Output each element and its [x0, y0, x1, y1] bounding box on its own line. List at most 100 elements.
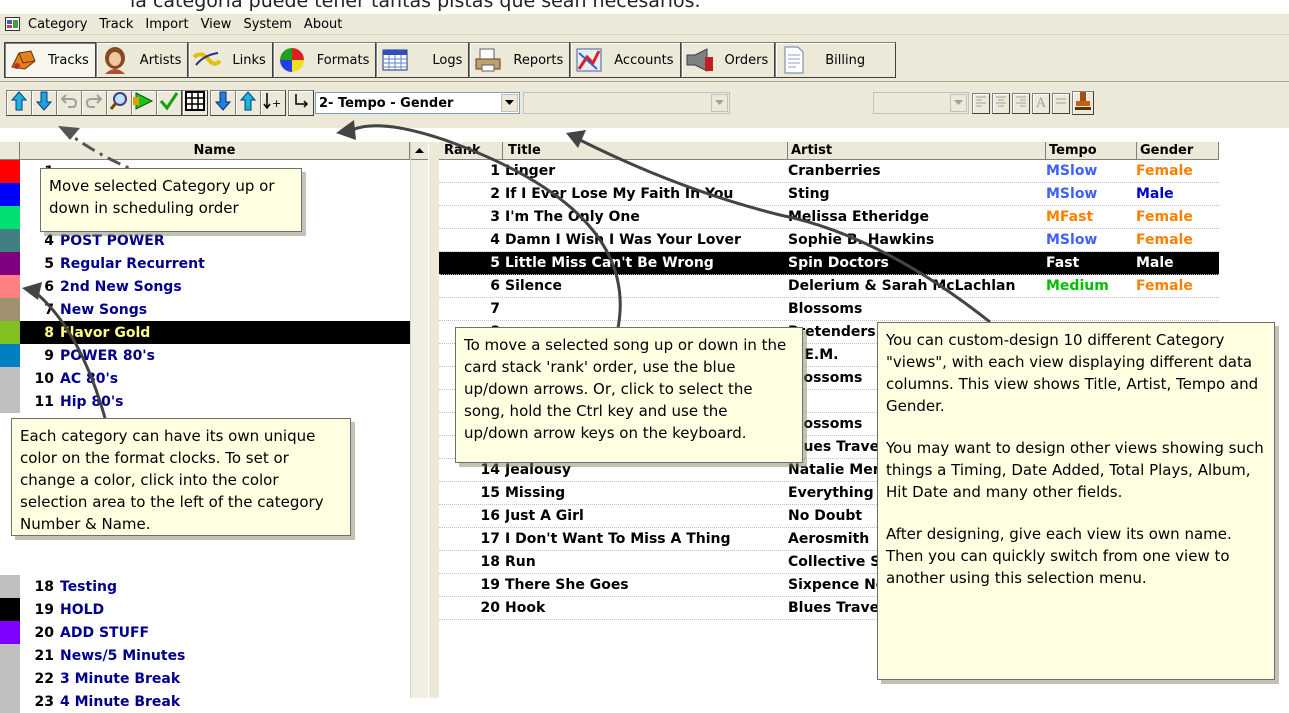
- category-row[interactable]: 6 2nd New Songs: [0, 275, 410, 298]
- category-row-main: 18 Testing: [20, 575, 410, 598]
- secondary-select[interactable]: [523, 92, 730, 114]
- font-select[interactable]: [873, 92, 969, 114]
- song-rank: 17: [480, 531, 500, 547]
- sort-button[interactable]: +: [260, 90, 286, 116]
- category-row[interactable]: 4 POST POWER: [0, 229, 410, 252]
- category-color-swatch[interactable]: [0, 275, 20, 298]
- column-header-rank[interactable]: Rank: [439, 142, 503, 160]
- column-header-gender[interactable]: Gender: [1137, 142, 1219, 160]
- font-style-button[interactable]: A: [1032, 93, 1050, 114]
- tab-links[interactable]: Links: [188, 42, 273, 78]
- billing-icon: [779, 46, 809, 74]
- song-gender: Female: [1136, 209, 1193, 225]
- category-list-header[interactable]: Name: [0, 141, 410, 160]
- category-row[interactable]: 5 Regular Recurrent: [0, 252, 410, 275]
- insert-button[interactable]: [288, 90, 314, 116]
- category-color-swatch[interactable]: [0, 206, 20, 229]
- menu-import[interactable]: Import: [139, 17, 194, 32]
- category-color-swatch[interactable]: [0, 690, 20, 713]
- category-number: 5: [44, 255, 54, 272]
- move-song-down-button[interactable]: [210, 90, 236, 116]
- category-row[interactable]: 23 4 Minute Break: [0, 690, 410, 713]
- chevron-down-icon[interactable]: [711, 94, 728, 112]
- callout-move-category: Move selected Category up or down in sch…: [40, 168, 302, 232]
- align-right-button[interactable]: [1012, 93, 1030, 114]
- category-row-main: 7 New Songs: [20, 298, 410, 321]
- category-name: POWER 80's: [60, 347, 155, 364]
- song-title: Hook: [505, 600, 546, 616]
- align-left-button[interactable]: [972, 93, 990, 114]
- check-button[interactable]: [156, 90, 182, 116]
- move-category-down-button[interactable]: [31, 90, 57, 116]
- song-row[interactable]: 3 I'm The Only One Melissa Etheridge MFast F…: [439, 206, 1219, 229]
- tab-reports[interactable]: Reports: [469, 42, 571, 78]
- category-color-swatch[interactable]: [0, 252, 20, 275]
- song-row[interactable]: 6 Silence Delerium & Sarah McLachlan Medium…: [439, 275, 1219, 298]
- tab-billing[interactable]: Billing: [775, 42, 897, 78]
- line-button[interactable]: [1052, 93, 1070, 114]
- menu-category[interactable]: Category: [22, 17, 93, 32]
- song-row[interactable]: 1 Linger Cranberries MSlow Female: [439, 160, 1219, 183]
- category-color-swatch[interactable]: [0, 390, 20, 413]
- category-row[interactable]: 7 New Songs: [0, 298, 410, 321]
- column-header-tempo[interactable]: Tempo: [1046, 142, 1137, 160]
- category-color-swatch[interactable]: [0, 667, 20, 690]
- chevron-down-icon[interactable]: [501, 94, 518, 112]
- category-color-swatch[interactable]: [0, 598, 20, 621]
- category-color-swatch[interactable]: [0, 183, 20, 206]
- category-row[interactable]: 22 3 Minute Break: [0, 667, 410, 690]
- song-tempo: MSlow: [1046, 232, 1098, 248]
- category-color-swatch[interactable]: [0, 644, 20, 667]
- menu-about[interactable]: About: [298, 17, 348, 32]
- song-row[interactable]: 5 Little Miss Can't Be Wrong Spin Doctors F…: [439, 252, 1219, 275]
- category-row[interactable]: 8 Flavor Gold: [0, 321, 410, 344]
- tab-artists[interactable]: Artists: [95, 42, 189, 78]
- menu-system[interactable]: System: [237, 17, 297, 32]
- category-color-swatch[interactable]: [0, 575, 20, 598]
- category-color-swatch[interactable]: [0, 160, 20, 183]
- tab-formats[interactable]: Formats: [272, 42, 377, 78]
- category-scrollbar[interactable]: [410, 142, 428, 698]
- arrow-down-icon: [214, 91, 232, 115]
- category-color-swatch[interactable]: [0, 621, 20, 644]
- move-category-up-button[interactable]: [6, 90, 32, 116]
- move-song-up-button[interactable]: [235, 90, 261, 116]
- scroll-up-icon[interactable]: [411, 142, 428, 160]
- menu-view[interactable]: View: [195, 17, 238, 32]
- tab-accounts[interactable]: Accounts: [570, 42, 681, 78]
- grid-icon: [185, 91, 205, 115]
- category-color-swatch[interactable]: [0, 321, 20, 344]
- song-row[interactable]: 7 Blossoms: [439, 298, 1219, 321]
- category-row-main: 9 POWER 80's: [20, 344, 410, 367]
- column-header-title[interactable]: Title: [503, 142, 788, 160]
- menu-track[interactable]: Track: [93, 17, 139, 32]
- category-color-swatch[interactable]: [0, 367, 20, 390]
- tab-tracks[interactable]: Tracks: [4, 42, 96, 78]
- view-select[interactable]: 2- Tempo - Gender: [315, 92, 520, 114]
- grid-button[interactable]: [182, 90, 208, 116]
- category-row[interactable]: 11 Hip 80's: [0, 390, 410, 413]
- category-color-swatch[interactable]: [0, 344, 20, 367]
- category-row[interactable]: 20 ADD STUFF: [0, 621, 410, 644]
- stamp-button[interactable]: [1072, 91, 1094, 115]
- category-row[interactable]: 19 HOLD: [0, 598, 410, 621]
- undo-button[interactable]: [56, 90, 82, 116]
- tab-logs[interactable]: Logs: [376, 42, 470, 78]
- tab-orders[interactable]: Orders: [680, 42, 776, 78]
- category-row[interactable]: 10 AC 80's: [0, 367, 410, 390]
- find-button[interactable]: [106, 90, 132, 116]
- chevron-down-icon[interactable]: [950, 94, 967, 112]
- align-center-button[interactable]: [992, 93, 1010, 114]
- play-icon: [133, 91, 155, 115]
- category-number: 22: [34, 670, 54, 687]
- play-button[interactable]: [131, 90, 157, 116]
- song-row[interactable]: 2 If I Ever Lose My Faith In You Sting MSlo…: [439, 183, 1219, 206]
- category-color-swatch[interactable]: [0, 298, 20, 321]
- category-color-swatch[interactable]: [0, 229, 20, 252]
- category-row[interactable]: 18 Testing: [0, 575, 410, 598]
- song-row[interactable]: 4 Damn I Wish I Was Your Lover Sophie B. H…: [439, 229, 1219, 252]
- category-row[interactable]: 21 News/5 Minutes: [0, 644, 410, 667]
- redo-button[interactable]: [81, 90, 107, 116]
- column-header-artist[interactable]: Artist: [788, 142, 1046, 160]
- category-row[interactable]: 9 POWER 80's: [0, 344, 410, 367]
